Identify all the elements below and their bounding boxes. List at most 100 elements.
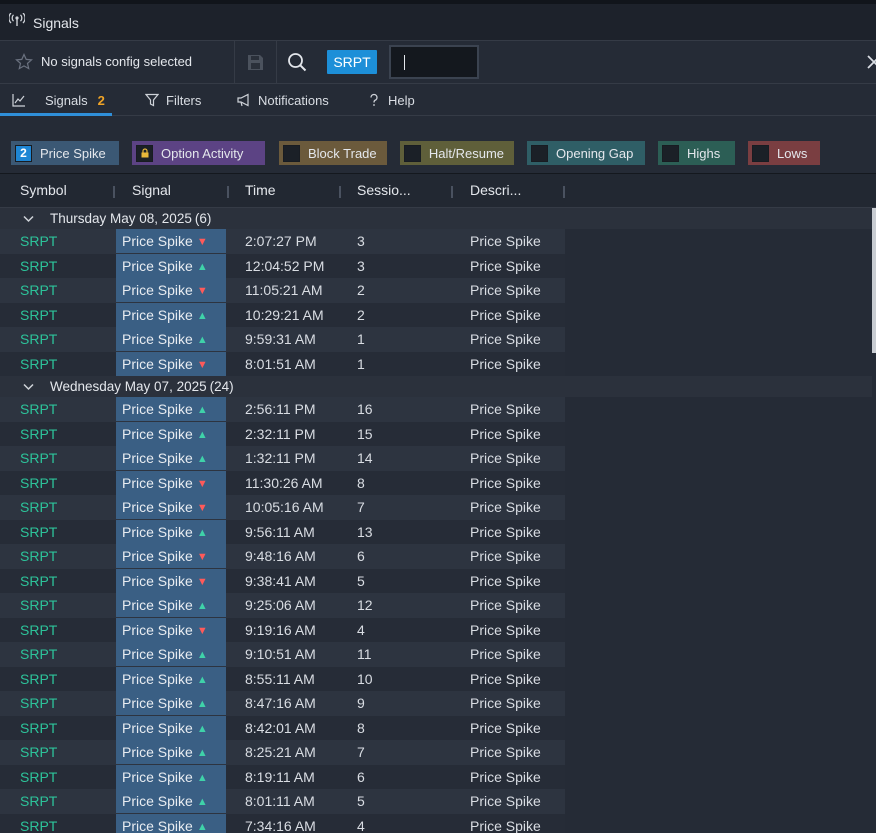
signal-cell[interactable]: Price Spike ▼ [116, 351, 226, 376]
table-row[interactable]: SRPT Price Spike ▲ 9:59:31 AM 1 Price Spike [0, 327, 872, 352]
signal-cell[interactable]: Price Spike ▲ [116, 421, 226, 446]
scrollbar-thumb[interactable] [872, 208, 876, 353]
tab-filters[interactable]: Filters [145, 84, 201, 116]
symbol-cell[interactable]: SRPT [20, 740, 57, 765]
symbol-cell[interactable]: SRPT [20, 471, 57, 496]
symbol-cell[interactable]: SRPT [20, 278, 57, 303]
time-cell[interactable]: 2:07:27 PM [245, 229, 317, 254]
description-cell[interactable]: Price Spike [470, 422, 541, 447]
time-cell[interactable]: 10:05:16 AM [245, 495, 324, 520]
time-cell[interactable]: 9:19:16 AM [245, 618, 316, 643]
symbol-cell[interactable]: SRPT [20, 814, 57, 833]
session-cell[interactable]: 7 [357, 495, 365, 520]
group-header[interactable]: Wednesday May 07, 2025 (24) [0, 376, 872, 397]
table-row[interactable]: SRPT Price Spike ▼ 11:30:26 AM 8 Price Spike [0, 470, 872, 496]
session-cell[interactable]: 11 [357, 642, 372, 667]
chip-highs[interactable]: Highs [658, 141, 735, 165]
table-row[interactable]: SRPT Price Spike ▲ 12:04:52 PM 3 Price Spike [0, 253, 872, 278]
tab-notifications[interactable]: Notifications [237, 84, 329, 116]
signal-cell[interactable]: Price Spike ▼ [116, 544, 226, 568]
description-cell[interactable]: Price Spike [470, 446, 541, 471]
column-resize-handle[interactable] [339, 186, 341, 198]
session-cell[interactable]: 6 [357, 765, 365, 790]
session-cell[interactable]: 2 [357, 278, 365, 303]
time-cell[interactable]: 2:56:11 PM [245, 397, 316, 422]
time-cell[interactable]: 8:47:16 AM [245, 691, 316, 716]
signal-cell[interactable]: Price Spike ▲ [116, 253, 226, 278]
table-row[interactable]: SRPT Price Spike ▲ 8:01:11 AM 5 Price Spike [0, 789, 872, 814]
column-header-symbol[interactable]: Symbol [20, 182, 67, 198]
chip-opening-gap[interactable]: Opening Gap [527, 141, 645, 165]
symbol-cell[interactable]: SRPT [20, 642, 57, 667]
time-cell[interactable]: 9:25:06 AM [245, 593, 316, 618]
signal-cell[interactable]: Price Spike ▲ [116, 789, 226, 813]
symbol-cell[interactable]: SRPT [20, 716, 57, 741]
signal-cell[interactable]: Price Spike ▲ [116, 327, 226, 351]
session-cell[interactable]: 9 [357, 691, 365, 716]
time-cell[interactable]: 2:32:11 PM [245, 422, 316, 447]
chevron-down-icon[interactable] [23, 215, 34, 223]
signal-cell[interactable]: Price Spike ▲ [116, 593, 226, 617]
time-cell[interactable]: 8:19:11 AM [245, 765, 315, 790]
symbol-cell[interactable]: SRPT [20, 495, 57, 520]
symbol-cell[interactable]: SRPT [20, 618, 57, 643]
description-cell[interactable]: Price Spike [470, 618, 541, 643]
signal-cell[interactable]: Price Spike ▼ [116, 229, 226, 253]
time-cell[interactable]: 8:01:11 AM [245, 789, 315, 814]
session-cell[interactable]: 5 [357, 569, 365, 594]
column-resize-handle[interactable] [113, 186, 115, 198]
table-row[interactable]: SRPT Price Spike ▲ 10:29:21 AM 2 Price Spike [0, 302, 872, 328]
tab-help[interactable]: Help [367, 84, 415, 116]
table-row[interactable]: SRPT Price Spike ▲ 9:25:06 AM 12 Price Spike [0, 593, 872, 618]
table-row[interactable]: SRPT Price Spike ▼ 2:07:27 PM 3 Price Spike [0, 229, 872, 254]
description-cell[interactable]: Price Spike [470, 569, 541, 594]
symbol-cell[interactable]: SRPT [20, 352, 57, 377]
signal-cell[interactable]: Price Spike ▼ [116, 278, 226, 302]
table-row[interactable]: SRPT Price Spike ▼ 9:38:41 AM 5 Price Spike [0, 568, 872, 594]
chip-block-trade[interactable]: Block Trade [279, 141, 387, 165]
signal-cell[interactable]: Price Spike ▲ [116, 715, 226, 740]
symbol-cell[interactable]: SRPT [20, 303, 57, 328]
table-row[interactable]: SRPT Price Spike ▲ 8:55:11 AM 10 Price Spike [0, 666, 872, 692]
time-cell[interactable]: 7:34:16 AM [245, 814, 316, 833]
symbol-cell[interactable]: SRPT [20, 422, 57, 447]
table-row[interactable]: SRPT Price Spike ▲ 2:56:11 PM 16 Price Spike [0, 397, 872, 422]
symbol-cell[interactable]: SRPT [20, 593, 57, 618]
star-icon[interactable] [15, 53, 33, 71]
symbol-cell[interactable]: SRPT [20, 446, 57, 471]
group-header[interactable]: Thursday May 08, 2025 (6) [0, 208, 872, 229]
session-cell[interactable]: 1 [357, 327, 365, 352]
table-row[interactable]: SRPT Price Spike ▲ 1:32:11 PM 14 Price Spike [0, 446, 872, 471]
session-cell[interactable]: 10 [357, 667, 373, 692]
column-resize-handle[interactable] [451, 186, 453, 198]
symbol-cell[interactable]: SRPT [20, 691, 57, 716]
signal-cell[interactable]: Price Spike ▼ [116, 568, 226, 593]
close-icon[interactable] [866, 53, 876, 71]
description-cell[interactable]: Price Spike [470, 740, 541, 765]
time-cell[interactable]: 8:55:11 AM [245, 667, 315, 692]
time-cell[interactable]: 8:25:21 AM [245, 740, 316, 765]
signal-cell[interactable]: Price Spike ▲ [116, 666, 226, 691]
description-cell[interactable]: Price Spike [470, 667, 541, 692]
session-cell[interactable]: 14 [357, 446, 373, 471]
signal-cell[interactable]: Price Spike ▼ [116, 495, 226, 519]
symbol-cell[interactable]: SRPT [20, 544, 57, 569]
description-cell[interactable]: Price Spike [470, 765, 541, 790]
session-cell[interactable]: 13 [357, 520, 373, 545]
signal-cell[interactable]: Price Spike ▲ [116, 642, 226, 666]
time-cell[interactable]: 1:32:11 PM [245, 446, 316, 471]
symbol-cell[interactable]: SRPT [20, 520, 57, 545]
table-row[interactable]: SRPT Price Spike ▲ 9:56:11 AM 13 Price Spike [0, 519, 872, 545]
table-row[interactable]: SRPT Price Spike ▲ 7:34:16 AM 4 Price Spike [0, 813, 872, 833]
description-cell[interactable]: Price Spike [470, 544, 541, 569]
description-cell[interactable]: Price Spike [470, 278, 541, 303]
table-row[interactable]: SRPT Price Spike ▲ 8:42:01 AM 8 Price Spike [0, 715, 872, 741]
column-header-signal[interactable]: Signal [132, 182, 171, 198]
signal-cell[interactable]: Price Spike ▲ [116, 446, 226, 470]
time-cell[interactable]: 9:48:16 AM [245, 544, 316, 569]
chevron-down-icon[interactable] [23, 383, 34, 391]
time-cell[interactable]: 9:10:51 AM [245, 642, 316, 667]
description-cell[interactable]: Price Spike [470, 716, 541, 741]
symbol-cell[interactable]: SRPT [20, 397, 57, 422]
signal-cell[interactable]: Price Spike ▲ [116, 813, 226, 833]
